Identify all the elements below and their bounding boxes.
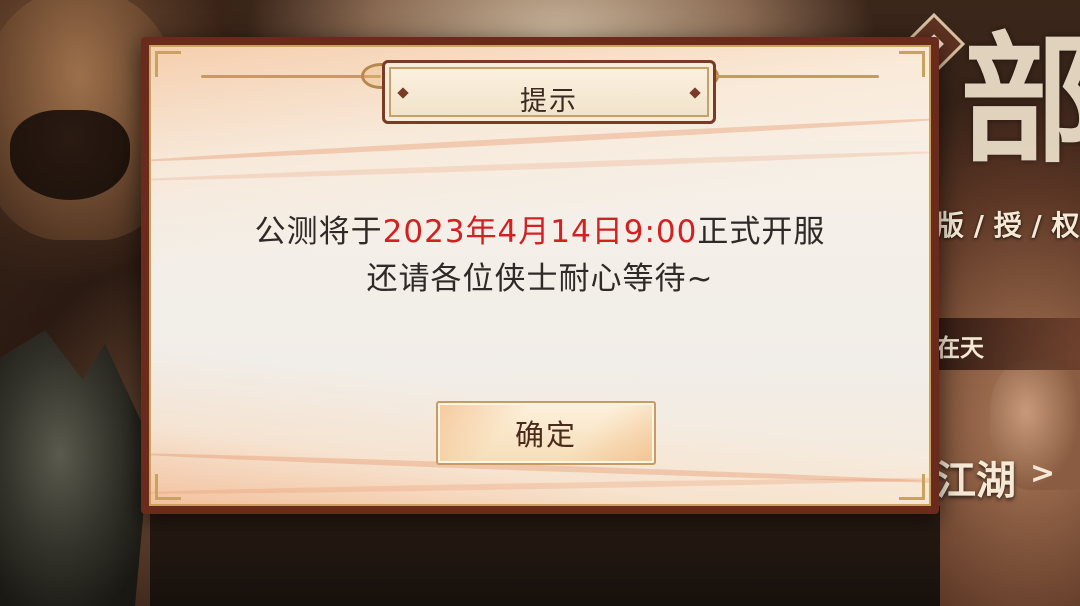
dialog-title-plate: 提示 — [382, 60, 716, 124]
corner-ornament — [899, 474, 925, 500]
notice-dialog: 提示 公测将于2023年4月14日9:00正式开服 还请各位侠士耐心等待~ 确定 — [141, 37, 939, 514]
ornament-bar — [699, 75, 879, 78]
decorative-wave — [151, 475, 929, 497]
background-calligraphy-title: 部 — [960, 19, 1080, 183]
dialog-title: 提示 — [520, 86, 578, 117]
background-menu-links: 版 / 授 / 权 — [936, 209, 1080, 242]
armor-ornament-art — [0, 330, 150, 606]
ornament-bar — [201, 75, 381, 78]
dialog-message: 公测将于2023年4月14日9:00正式开服 还请各位侠士耐心等待~ — [151, 209, 929, 303]
background-tag: 在天 — [936, 318, 1080, 370]
confirm-button[interactable]: 确定 — [436, 401, 656, 465]
corner-ornament — [155, 474, 181, 500]
chevron-right-icon: > — [1030, 456, 1056, 491]
message-suffix: 正式开服 — [697, 214, 826, 250]
warrior-beard-art — [10, 110, 130, 200]
dialog-panel: 提示 公测将于2023年4月14日9:00正式开服 还请各位侠士耐心等待~ 确定 — [149, 45, 931, 506]
background-jianghu-button: 江湖 — [936, 457, 1016, 504]
message-line-1: 公测将于2023年4月14日9:00正式开服 — [151, 209, 929, 256]
message-line-2: 还请各位侠士耐心等待~ — [366, 261, 714, 297]
message-prefix: 公测将于 — [254, 214, 383, 250]
launch-datetime: 2023年4月14日9:00 — [382, 214, 698, 250]
scene-shadow — [150, 506, 940, 606]
